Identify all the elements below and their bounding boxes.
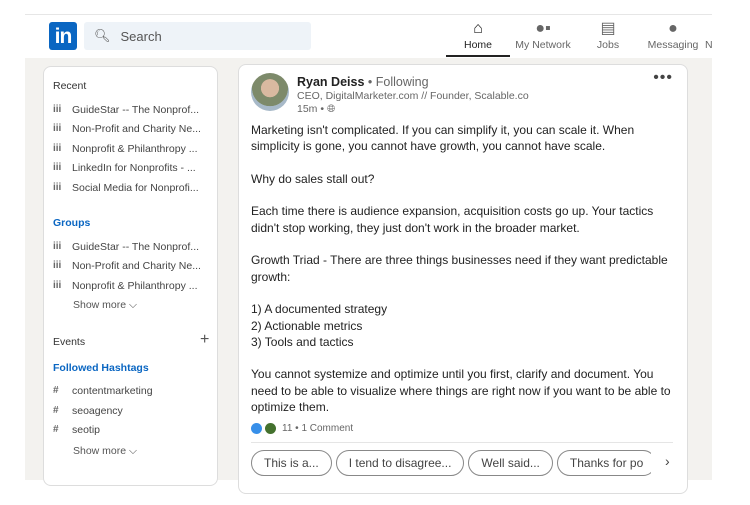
hashtag-icon: # xyxy=(53,405,59,416)
group-icon: iii xyxy=(53,241,62,252)
chevron-down-icon: ⌵ xyxy=(129,299,137,311)
recent-item[interactable]: iii LinkedIn for Nonprofits - ... xyxy=(53,162,196,174)
suggested-replies: This is a... I tend to disagree... Well … xyxy=(251,450,651,476)
group-item[interactable]: iii Non-Profit and Charity Ne... xyxy=(53,260,201,272)
chevron-down-icon: ⌵ xyxy=(129,445,137,457)
hashtag-item[interactable]: # contentmarketing xyxy=(53,385,153,397)
group-icon: iii xyxy=(53,123,62,134)
left-sidebar: Recent iii GuideStar -- The Nonprof... ii… xyxy=(43,66,218,486)
hashtags-show-more[interactable]: Show more ⌵ xyxy=(73,445,137,458)
hashtag-item[interactable]: # seoagency xyxy=(53,405,123,417)
suggested-reply[interactable]: Thanks for po xyxy=(556,450,651,476)
chevron-right-icon[interactable]: › xyxy=(665,453,670,469)
group-icon: iii xyxy=(53,162,62,173)
recent-item[interactable]: iii GuideStar -- The Nonprof... xyxy=(53,104,199,116)
nav-messaging[interactable]: ● Messaging xyxy=(638,19,708,51)
group-icon: iii xyxy=(53,104,62,115)
nav-label: Messaging xyxy=(647,39,699,51)
support-reaction-icon xyxy=(265,423,276,434)
nav-label: N xyxy=(705,39,713,51)
briefcase-icon: ▤ xyxy=(600,20,616,37)
hashtag-icon: # xyxy=(53,424,59,435)
nav-home[interactable]: ⌂ Home xyxy=(443,19,513,51)
active-tab-indicator xyxy=(446,55,510,57)
nav-label: Home xyxy=(463,39,492,51)
group-icon: iii xyxy=(53,260,62,271)
nav-jobs[interactable]: ▤ Jobs xyxy=(573,19,643,51)
nav-my-network[interactable]: ●▪ My Network xyxy=(508,19,578,51)
followed-hashtags-link[interactable]: Followed Hashtags xyxy=(53,362,149,374)
group-item[interactable]: iii GuideStar -- The Nonprof... xyxy=(53,241,199,253)
messaging-icon: ● xyxy=(668,20,678,37)
hashtag-icon: # xyxy=(53,385,59,396)
recent-item[interactable]: iii Nonprofit & Philanthropy ... xyxy=(53,143,197,155)
post-body: Marketing isn't complicated. If you can … xyxy=(251,123,671,415)
network-icon: ●▪ xyxy=(535,20,551,37)
author-headline: CEO, DigitalMarketer.com // Founder, Sca… xyxy=(297,90,529,102)
events-title: Events xyxy=(53,336,86,348)
search-input[interactable]: 🔍︎ Search xyxy=(84,22,311,50)
feed-post: Ryan Deiss • Following CEO, DigitalMarke… xyxy=(238,64,688,494)
groups-show-more[interactable]: Show more ⌵ xyxy=(73,299,137,312)
suggested-reply[interactable]: I tend to disagree... xyxy=(335,450,465,476)
add-event-icon[interactable]: + xyxy=(200,331,209,349)
suggested-reply[interactable]: Well said... xyxy=(468,450,553,476)
author-name[interactable]: Ryan Deiss • Following xyxy=(297,75,429,89)
nav-notifications[interactable]: N xyxy=(705,19,735,51)
divider xyxy=(251,442,673,443)
home-icon: ⌂ xyxy=(473,20,483,37)
like-reaction-icon xyxy=(251,423,262,434)
more-options-icon[interactable]: ••• xyxy=(653,69,673,87)
suggested-reply[interactable]: This is a... xyxy=(251,450,332,476)
search-icon: 🔍︎ xyxy=(94,28,111,43)
group-icon: iii xyxy=(53,182,62,193)
group-item[interactable]: iii Nonprofit & Philanthropy ... xyxy=(53,280,197,292)
search-placeholder: Search xyxy=(120,28,162,44)
group-icon: iii xyxy=(53,143,62,154)
recent-item[interactable]: iii Social Media for Nonprofi... xyxy=(53,182,199,194)
groups-link[interactable]: Groups xyxy=(53,217,90,229)
reactions-summary[interactable]: 11 • 1 Comment xyxy=(251,423,353,434)
hashtag-item[interactable]: # seotip xyxy=(53,424,100,436)
top-nav-bar: in 🔍︎ Search ⌂ Home ●▪ My Network ▤ Jobs ● M… xyxy=(25,14,713,58)
following-status: • Following xyxy=(367,75,429,89)
author-avatar[interactable] xyxy=(251,73,289,111)
recent-title: Recent xyxy=(53,80,87,92)
post-time: 15m • 🌐︎ xyxy=(297,103,336,115)
linkedin-logo[interactable]: in xyxy=(49,22,77,50)
globe-icon: 🌐︎ xyxy=(326,103,336,115)
group-icon: iii xyxy=(53,280,62,291)
recent-item[interactable]: iii Non-Profit and Charity Ne... xyxy=(53,123,201,135)
nav-label: My Network xyxy=(515,39,571,51)
nav-label: Jobs xyxy=(596,39,620,51)
